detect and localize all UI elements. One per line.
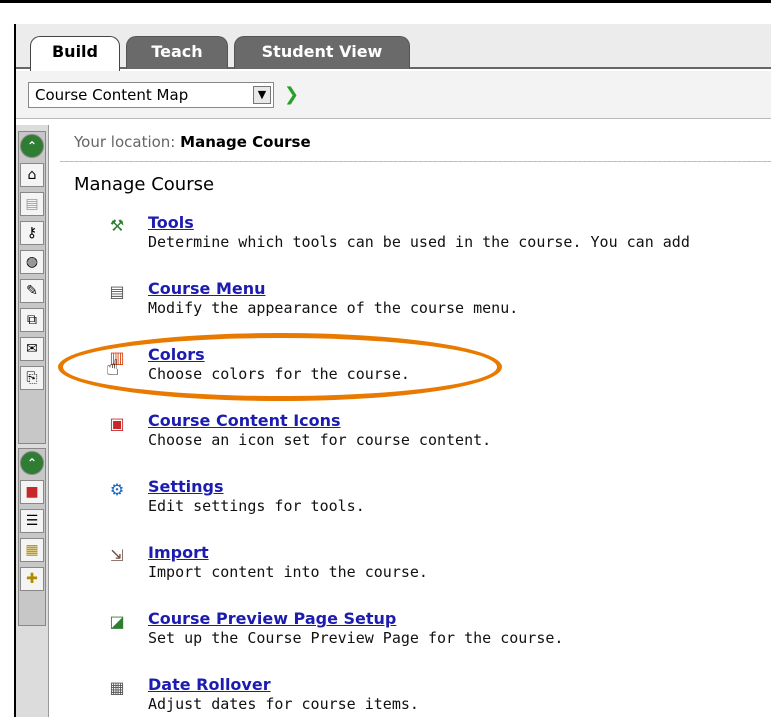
document-icon[interactable]: ▤ <box>20 192 44 216</box>
toolbox-icon[interactable]: ■ <box>20 480 44 504</box>
tab-student-view[interactable]: Student View <box>234 36 410 69</box>
import-link[interactable]: Import <box>148 543 209 562</box>
settings-link[interactable]: Settings <box>148 477 224 496</box>
course-view-select-value: Course Content Map <box>35 86 189 104</box>
item-description: Choose an icon set for course content. <box>148 431 492 449</box>
breadcrumb-prefix: Your location: <box>74 133 176 151</box>
course-menu-link[interactable]: Course Menu <box>148 279 266 298</box>
pointer-hand-icon: ☝ <box>106 356 120 381</box>
collapse-icon[interactable]: ⌃ <box>20 134 44 158</box>
import-icon: ⇲ <box>110 546 124 565</box>
item-description: Determine which tools can be used in the… <box>148 233 690 251</box>
key-icon[interactable]: ⚷ <box>20 221 44 245</box>
course-view-select[interactable]: Course Content Map ▼ <box>28 82 274 108</box>
breadcrumb-current: Manage Course <box>180 133 311 151</box>
course-menu-icon: ▤ <box>109 282 125 301</box>
list-item: ▣ Course Content Icons Choose an icon se… <box>60 411 771 473</box>
date-rollover-link[interactable]: Date Rollover <box>148 675 271 694</box>
toolbar-group-top: ⌃ ⌂ ▤ ⚷ ◍ ✎ ⧉ ✉ ⎘ <box>18 131 46 444</box>
grid-icon[interactable]: ▦ <box>20 538 44 562</box>
highlight-ellipse <box>58 333 502 401</box>
menu-select-row: Course Content Map ▼ ❯ <box>16 71 771 119</box>
main-content: Your location: Manage Course Manage Cour… <box>60 125 771 717</box>
pin-icon[interactable]: ✎ <box>20 279 44 303</box>
item-description: Set up the Course Preview Page for the c… <box>148 629 564 647</box>
item-description: Adjust dates for course items. <box>148 695 419 713</box>
copy-icon[interactable]: ⧉ <box>20 308 44 332</box>
date-rollover-icon: ▦ <box>109 678 125 697</box>
list-item: ▤ Course Menu Modify the appearance of t… <box>60 279 771 341</box>
list-item: ⚙ Settings Edit settings for tools. <box>60 477 771 539</box>
page-title: Manage Course <box>74 174 215 195</box>
item-description: Modify the appearance of the course menu… <box>148 299 519 317</box>
toolbar-group-bottom: ⌃ ■ ☰ ▦ ✚ <box>18 448 46 626</box>
course-preview-link[interactable]: Course Preview Page Setup <box>148 609 396 628</box>
list-item: ▦ Date Rollover Adjust dates for course … <box>60 675 771 717</box>
settings-icon: ⚙ <box>109 480 125 499</box>
item-description: Edit settings for tools. <box>148 497 365 515</box>
list-item: ◪ Course Preview Page Setup Set up the C… <box>60 609 771 671</box>
breadcrumb: Your location: Manage Course <box>74 133 311 151</box>
top-border <box>0 0 771 3</box>
mail-icon[interactable]: ✉ <box>20 337 44 361</box>
go-arrow-icon[interactable]: ❯ <box>284 84 299 106</box>
list-icon[interactable]: ☰ <box>20 509 44 533</box>
globe-icon[interactable]: ◍ <box>20 250 44 274</box>
course-content-icons-link[interactable]: Course Content Icons <box>148 411 341 430</box>
divider <box>60 161 771 162</box>
tab-bar: Build Teach Student View <box>16 24 771 71</box>
list-item: ⚒ Tools Determine which tools can be use… <box>60 213 771 275</box>
course-preview-icon: ◪ <box>109 612 125 631</box>
icon-toolbar: ⌃ ⌂ ▤ ⚷ ◍ ✎ ⧉ ✉ ⎘ ⌃ ■ ☰ ▦ ✚ <box>16 125 49 717</box>
tab-build[interactable]: Build <box>30 36 120 71</box>
puzzle-icon[interactable]: ✚ <box>20 567 44 591</box>
tools-icon: ⚒ <box>109 216 125 235</box>
item-description: Import content into the course. <box>148 563 428 581</box>
chevron-down-icon[interactable]: ▼ <box>253 86 271 104</box>
tab-teach[interactable]: Teach <box>126 36 228 69</box>
course-content-icons-icon: ▣ <box>109 414 125 433</box>
collapse-icon-2[interactable]: ⌃ <box>20 451 44 475</box>
home-icon[interactable]: ⌂ <box>20 163 44 187</box>
export-icon[interactable]: ⎘ <box>20 366 44 390</box>
list-item: ⇲ Import Import content into the course. <box>60 543 771 605</box>
tools-link[interactable]: Tools <box>148 213 194 232</box>
